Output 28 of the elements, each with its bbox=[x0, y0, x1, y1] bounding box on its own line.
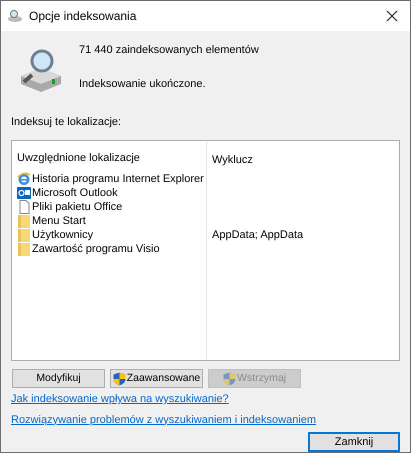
table-cell-text: AppData; AppData bbox=[212, 228, 304, 243]
shield-icon bbox=[112, 372, 126, 386]
locations-label: Indeksuj te lokalizacje: bbox=[11, 115, 122, 130]
location-item[interactable]: Menu Start bbox=[12, 214, 206, 228]
folder-icon bbox=[17, 242, 31, 256]
folder-icon bbox=[17, 228, 31, 242]
help-link[interactable]: Jak indeksowanie wpływa na wyszukiwanie? bbox=[11, 391, 229, 408]
action-button[interactable]: Modyfikuj bbox=[12, 369, 105, 388]
globe-e-icon bbox=[17, 172, 31, 186]
folder-icon bbox=[17, 214, 31, 228]
location-item[interactable]: Zawartość programu Visio bbox=[12, 242, 206, 256]
column-header: Uwzględnione lokalizacje bbox=[16, 150, 141, 166]
close-dialog-button[interactable]: Zamknij bbox=[308, 432, 400, 452]
indexed-count: 71 440 zaindeksowanych elementów bbox=[79, 43, 259, 58]
help-link[interactable]: Rozwiązywanie problemów z wyszukiwaniem i indeksowaniem bbox=[11, 412, 316, 428]
shield-icon bbox=[223, 372, 236, 386]
mail-app-icon bbox=[17, 186, 31, 200]
location-item[interactable]: Historia programu Internet Explorer bbox=[12, 172, 206, 186]
document-icon bbox=[17, 200, 31, 214]
location-item[interactable]: Pliki pakietu Office bbox=[12, 200, 206, 214]
location-item[interactable]: Microsoft Outlook bbox=[12, 186, 206, 200]
close-icon bbox=[386, 10, 398, 22]
indexing-status: Indeksowanie ukończone. bbox=[79, 76, 207, 92]
close-button[interactable] bbox=[384, 8, 400, 24]
column-header: Wyklucz bbox=[211, 152, 254, 168]
window-title: Opcje indeksowania bbox=[29, 8, 136, 25]
action-button[interactable]: Zaawansowane bbox=[110, 369, 203, 388]
location-item[interactable]: Użytkownicy bbox=[12, 228, 206, 242]
